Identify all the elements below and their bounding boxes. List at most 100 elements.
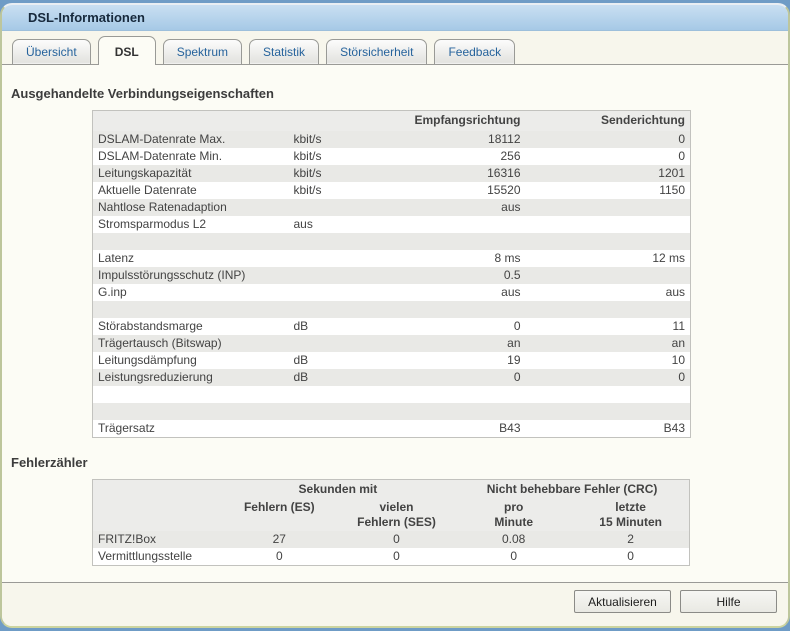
page-title: DSL-Informationen: [28, 10, 145, 25]
cell-send-value: 0: [678, 148, 685, 163]
cell-property-label: Impulsstörungsschutz (INP): [92, 266, 289, 284]
header-empty: [92, 479, 221, 498]
table-row: Leistungsreduzierung dB 0 0: [92, 368, 691, 386]
connection-header-row: Empfangsrichtung Senderichtung: [92, 110, 691, 131]
cell-send-value: [525, 402, 691, 420]
table-row: DSLAM-Datenrate Max. kbit/s 18112 0: [92, 130, 691, 148]
tab-spektrum[interactable]: Spektrum: [162, 39, 243, 64]
cell-receive-value: [398, 232, 526, 250]
table-row: [92, 402, 691, 420]
window-titlebar: DSL-Informationen: [2, 5, 788, 31]
table-row: [93, 386, 691, 403]
cell-property-label: Störabstandsmarge: [98, 318, 203, 333]
header-empty: [288, 110, 399, 131]
header-empty: [92, 498, 221, 531]
cell-unit: aus: [293, 216, 313, 231]
cell-receive-value: [398, 300, 526, 318]
cell-receive-value: 0.5: [398, 266, 526, 284]
cell-unit: [288, 198, 399, 216]
cell-property-label: DSLAM-Datenrate Max.: [92, 130, 289, 148]
header-group-seconds: Sekunden mit: [220, 479, 456, 498]
cell-property-label: Leistungsreduzierung: [92, 368, 289, 386]
cell-send-value: 1201: [525, 164, 691, 182]
section-title-connection: Ausgehandelte Verbindungseigenschaften: [11, 86, 274, 101]
cell-send-value: [525, 266, 691, 284]
cell-unit: kbit/s: [293, 182, 322, 197]
tab-bar: Übersicht DSL Spektrum Statistik Störsic…: [2, 31, 788, 65]
connection-table: Empfangsrichtung Senderichtung DSLAM-Dat…: [92, 110, 691, 438]
tab-feedback[interactable]: Feedback: [434, 39, 516, 64]
cell-send-value: 12 ms: [652, 250, 685, 265]
cell-receive-value: [399, 386, 526, 403]
error-group-header-row: Sekunden mit Nicht behebbare Fehler (CRC…: [92, 479, 690, 498]
error-column-header-row: Fehlern (ES) vielen Fehlern (SES) pro Mi…: [92, 498, 690, 531]
help-button[interactable]: Hilfe: [680, 590, 777, 613]
cell-property-label: Nahtlose Ratenadaption: [92, 198, 289, 216]
cell-ses-value: 0: [393, 549, 400, 563]
cell-unit: [288, 402, 399, 420]
cell-receive-value: 256: [500, 148, 521, 163]
cell-es-value: 0: [275, 549, 283, 563]
table-row: Vermittlungsstelle 0 0 0 0: [93, 548, 690, 566]
cell-unit: kbit/s: [288, 164, 399, 182]
cell-receive-value: 19: [507, 352, 521, 367]
cell-unit: dB: [288, 368, 399, 386]
cell-send-value: B43: [663, 420, 685, 435]
cell-property-label: Leitungskapazität: [92, 164, 289, 182]
cell-unit: [289, 386, 399, 403]
cell-crc-last15-value: 0: [627, 549, 634, 563]
table-row: Störabstandsmarge dB 0 11: [93, 318, 691, 335]
button-bar: Aktualisieren Hilfe: [2, 583, 788, 626]
cell-property-label: [93, 386, 289, 403]
cell-property-label: Latenz: [98, 250, 135, 265]
cell-receive-value: 18112: [398, 130, 526, 148]
cell-crc-per-minute-value: 0.08: [455, 531, 573, 548]
table-row: Trägertausch (Bitswap) an an: [92, 334, 691, 352]
cell-unit: kbit/s: [288, 130, 399, 148]
cell-receive-value: aus: [501, 284, 521, 299]
cell-unit: dB: [293, 318, 309, 333]
tab-statistik[interactable]: Statistik: [249, 39, 320, 64]
table-row: Aktuelle Datenrate kbit/s 15520 1150: [93, 182, 691, 199]
tab-uebersicht[interactable]: Übersicht: [12, 39, 91, 64]
table-row: Leitungsdämpfung dB 19 10: [93, 352, 691, 369]
cell-property-label: Aktuelle Datenrate: [98, 182, 197, 197]
cell-send-value: 0: [525, 368, 691, 386]
cell-property-label: Trägersatz: [98, 420, 155, 435]
tab-stoersicherheit[interactable]: Störsicherheit: [326, 39, 428, 64]
cell-unit: [288, 266, 399, 284]
header-group-crc: Nicht behebbare Fehler (CRC): [455, 479, 690, 498]
cell-send-value: aus: [665, 284, 685, 299]
header-severely-errored-seconds: vielen Fehlern (SES): [337, 498, 456, 531]
cell-property-label: Leitungsdämpfung: [98, 352, 197, 367]
cell-receive-value: [399, 216, 526, 233]
cell-receive-value: 16316: [398, 164, 526, 182]
header-errored-seconds: Fehlern (ES): [220, 498, 338, 531]
cell-ses-value: 0: [337, 531, 456, 548]
section-title-errors: Fehlerzähler: [11, 454, 88, 470]
cell-property-label: [92, 300, 289, 318]
cell-send-value: [526, 386, 691, 403]
refresh-button[interactable]: Aktualisieren: [574, 590, 671, 613]
cell-device-label: FRITZ!Box: [92, 531, 221, 548]
cell-unit: dB: [293, 352, 309, 367]
header-per-minute: pro Minute: [455, 498, 573, 531]
table-row: Impulsstörungsschutz (INP) 0.5: [92, 266, 691, 284]
cell-property-label: [92, 402, 289, 420]
dsl-info-window: DSL-Informationen Übersicht DSL Spektrum…: [0, 3, 790, 628]
table-row: Latenz 8 ms 12 ms: [93, 250, 691, 267]
error-counter-table: Sekunden mit Nicht behebbare Fehler (CRC…: [92, 478, 690, 566]
table-row: Stromsparmodus L2 aus: [93, 216, 691, 233]
cell-unit: [288, 232, 399, 250]
tab-dsl[interactable]: DSL: [97, 36, 156, 65]
cell-receive-value: [398, 402, 526, 420]
cell-send-value: 10: [671, 352, 685, 367]
cell-unit: [288, 300, 399, 318]
cell-property-label: G.inp: [98, 284, 127, 299]
header-last-15-minutes: letzte 15 Minuten: [572, 498, 690, 531]
cell-send-value: [525, 300, 691, 318]
table-row: [92, 300, 691, 318]
cell-unit: kbit/s: [293, 148, 322, 163]
cell-receive-value: 15520: [487, 182, 521, 197]
table-row: FRITZ!Box 27 0 0.08 2: [92, 531, 690, 548]
